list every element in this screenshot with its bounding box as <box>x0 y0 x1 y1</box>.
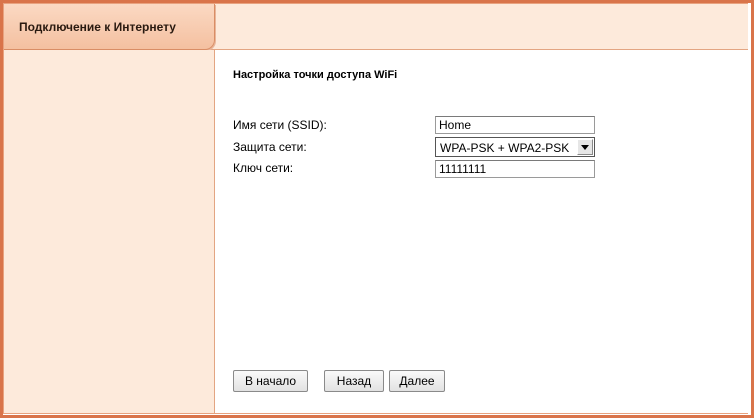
back-button[interactable]: Назад <box>324 370 384 392</box>
main-content <box>216 50 748 413</box>
security-label: Защита сети: <box>233 140 307 154</box>
security-select-value: WPA-PSK + WPA2-PSK <box>440 141 570 155</box>
ssid-label: Имя сети (SSID): <box>233 118 327 132</box>
tab-label: Подключение к Интернету <box>19 20 176 34</box>
sidebar <box>4 50 215 413</box>
security-select[interactable]: WPA-PSK + WPA2-PSK <box>435 137 595 157</box>
network-key-input[interactable] <box>435 160 595 178</box>
ssid-input[interactable] <box>435 116 595 134</box>
next-button[interactable]: Далее <box>389 370 445 392</box>
key-label: Ключ сети: <box>233 161 294 175</box>
home-button[interactable]: В начало <box>233 370 308 392</box>
dropdown-arrow-icon[interactable] <box>577 139 593 155</box>
page-title: Настройка точки доступа WiFi <box>233 69 398 81</box>
tab-internet-connection[interactable]: Подключение к Интернету <box>4 4 215 50</box>
